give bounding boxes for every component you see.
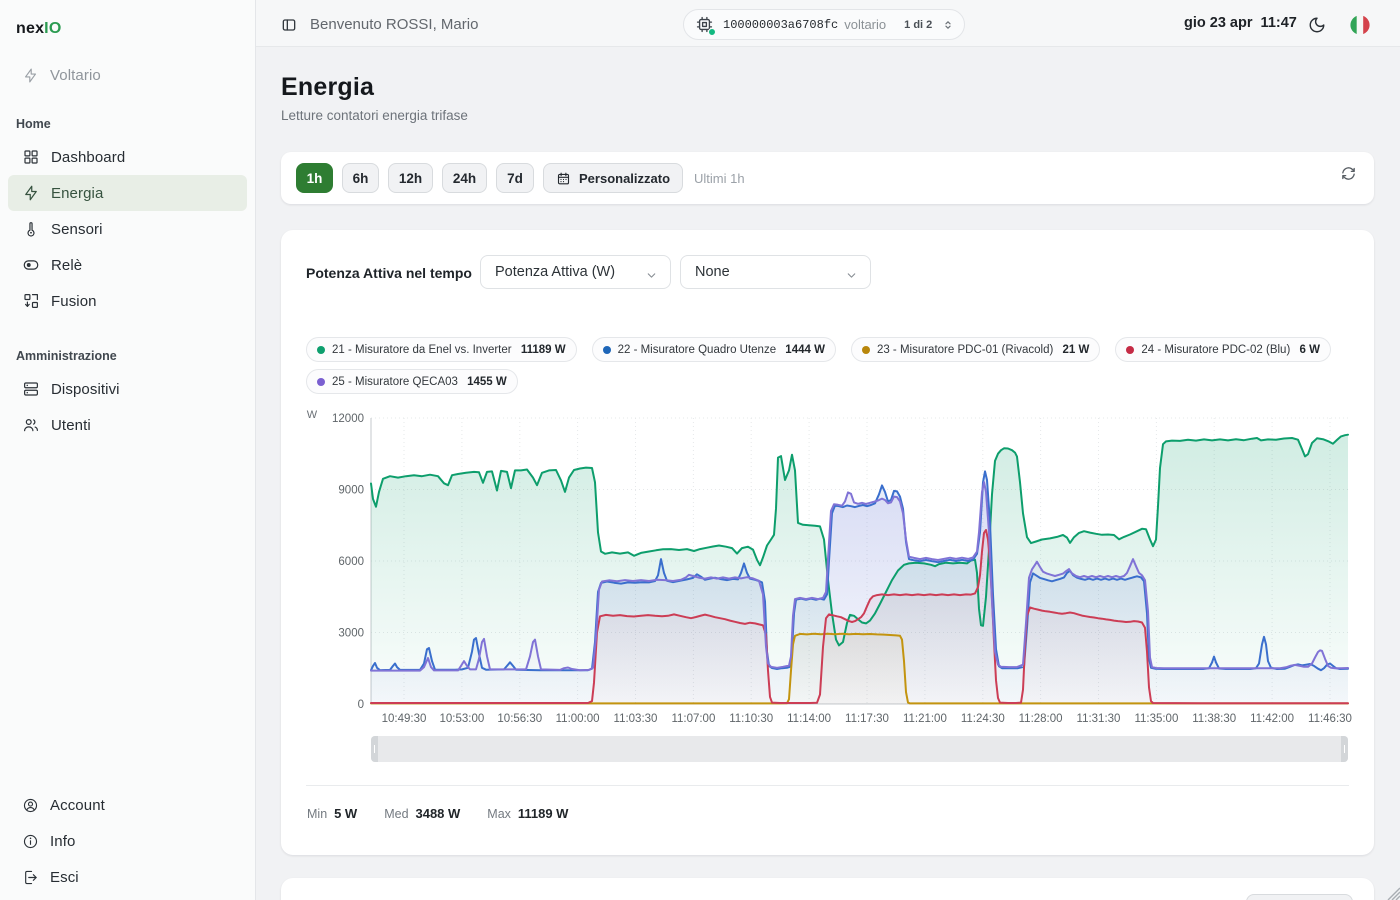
svg-text:12000: 12000 bbox=[332, 413, 364, 425]
svg-text:11:35:00: 11:35:00 bbox=[1134, 713, 1178, 725]
svg-text:11:24:30: 11:24:30 bbox=[961, 713, 1005, 725]
svg-text:10:49:30: 10:49:30 bbox=[382, 713, 427, 725]
svg-text:10:53:00: 10:53:00 bbox=[440, 713, 485, 725]
svg-text:11:03:30: 11:03:30 bbox=[614, 713, 658, 725]
svg-text:0: 0 bbox=[358, 699, 364, 711]
svg-text:11:42:00: 11:42:00 bbox=[1250, 713, 1294, 725]
svg-text:10:56:30: 10:56:30 bbox=[497, 713, 542, 725]
svg-text:11:46:30: 11:46:30 bbox=[1308, 713, 1352, 725]
svg-text:11:17:30: 11:17:30 bbox=[845, 713, 889, 725]
svg-text:11:07:00: 11:07:00 bbox=[671, 713, 715, 725]
svg-text:11:21:00: 11:21:00 bbox=[903, 713, 947, 725]
svg-text:11:31:30: 11:31:30 bbox=[1077, 713, 1121, 725]
svg-text:W: W bbox=[307, 409, 318, 421]
svg-text:11:38:30: 11:38:30 bbox=[1192, 713, 1236, 725]
svg-text:9000: 9000 bbox=[338, 485, 364, 497]
svg-text:11:10:30: 11:10:30 bbox=[729, 713, 773, 725]
svg-text:11:14:00: 11:14:00 bbox=[787, 713, 831, 725]
svg-text:11:28:00: 11:28:00 bbox=[1019, 713, 1063, 725]
svg-text:6000: 6000 bbox=[338, 556, 364, 568]
svg-text:3000: 3000 bbox=[338, 628, 364, 640]
svg-text:11:00:00: 11:00:00 bbox=[556, 713, 600, 725]
